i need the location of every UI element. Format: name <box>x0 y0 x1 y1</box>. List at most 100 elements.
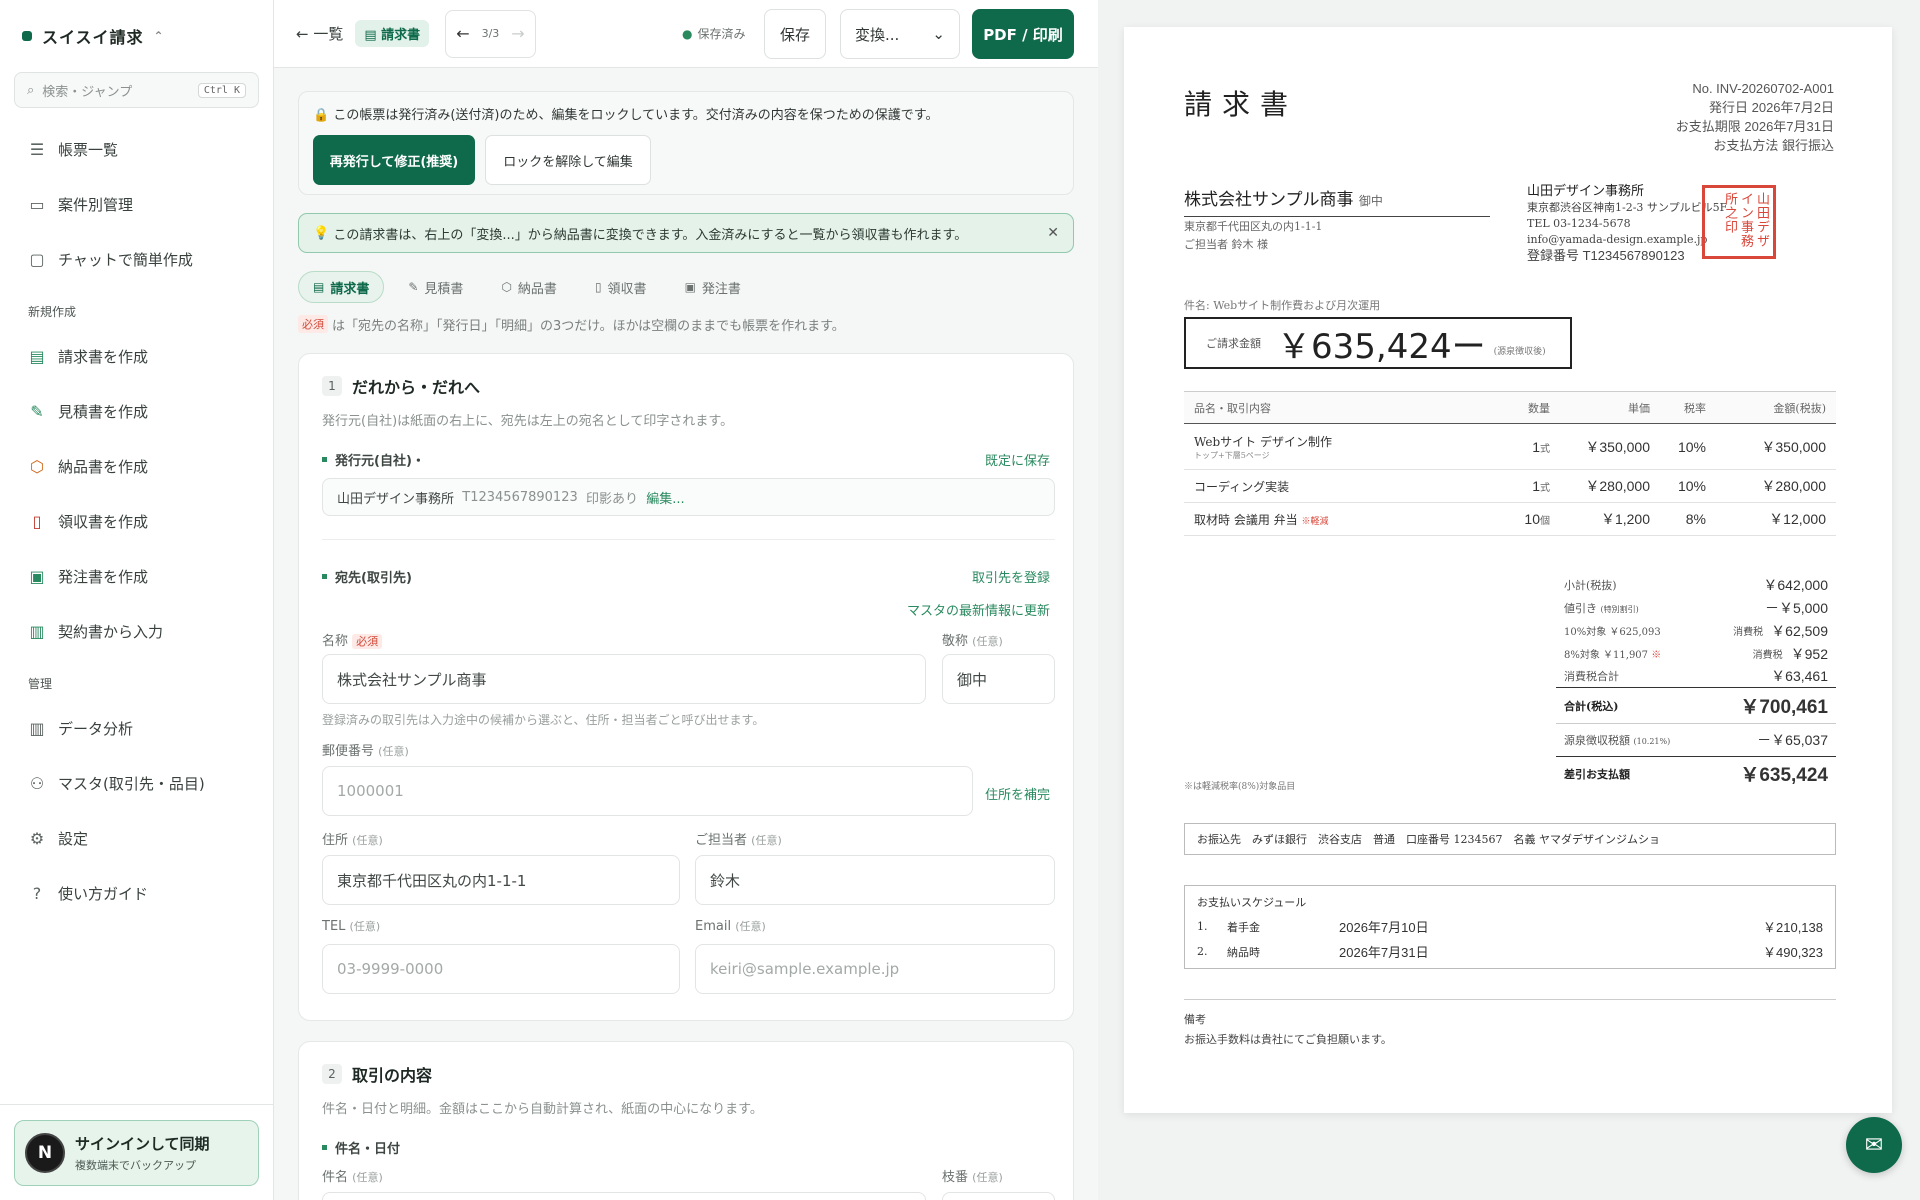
chat-fab-button[interactable]: ✉ <box>1846 1117 1902 1173</box>
sidebar-item-label: 案件別管理 <box>58 196 134 214</box>
recipient-label: 宛先(取引先) <box>322 567 412 586</box>
client-heading: 株式会社サンプル商事 御中 <box>1184 185 1490 217</box>
back-to-list-link[interactable]: ← 一覧 <box>296 23 343 44</box>
line-items-table: 品名・取引内容 数量 単価 税率 金額(税抜) Webサイト デザイン制作 トップ… <box>1184 391 1836 536</box>
sidebar-item-from-contract[interactable]: ▥ 契約書から入力 <box>0 604 273 659</box>
tel-field[interactable]: 03-9999-0000 <box>322 944 680 994</box>
sidebar-item-new-delivery[interactable]: ⬡ 納品書を作成 <box>0 439 273 494</box>
issuer-block: 山田デザイン事務所 東京都渋谷区神南1-2-3 サンプルビル5F TEL 03-… <box>1527 184 1727 264</box>
taxtotal-row: 消費税合計 ￥63,461 <box>1556 665 1836 688</box>
sidebar-item-documents[interactable]: ☰ 帳票一覧 <box>0 122 273 177</box>
unlock-button[interactable]: ロックを解除して編集 <box>485 135 651 185</box>
schedule-amount: ￥210,138 <box>1763 920 1823 935</box>
due-date: お支払期限 2026年7月31日 <box>1675 119 1834 134</box>
subtotal-row: 小計(税抜) ￥642,000 <box>1556 573 1836 596</box>
address-field[interactable]: 東京都千代田区丸の内1-1-1 <box>322 855 680 905</box>
close-icon[interactable]: ✕ <box>1047 225 1059 241</box>
tax10-value: ￥62,509 <box>1771 622 1828 639</box>
item-unit: 個 <box>1540 516 1550 527</box>
invoice-preview: 請求書 No. INV-20260702-A001 発行日 2026年7月2日 … <box>1124 27 1892 1113</box>
email-field[interactable]: keiri@sample.example.jp <box>695 944 1055 994</box>
email-label: Email (任意) <box>695 918 766 934</box>
name-label: 名称 必須 <box>322 630 386 649</box>
item-unit: 式 <box>1540 443 1550 455</box>
sidebar-item-settings[interactable]: ⚙ 設定 <box>0 811 273 866</box>
search-input[interactable]: ⌕ 検索・ジャンプ Ctrl K <box>14 72 259 108</box>
item-name-cell: Webサイト デザイン制作 トップ+下層5ページ <box>1184 423 1490 470</box>
signin-sync-button[interactable]: N サインインして同期 複数端末でバックアップ <box>14 1120 259 1186</box>
invoice-meta: No. INV-20260702-A001 発行日 2026年7月2日 お支払期… <box>1676 79 1834 155</box>
sidebar-item-projects[interactable]: ▭ 案件別管理 <box>0 177 273 232</box>
issuer-label-text: 発行元(自社)・ <box>335 454 425 469</box>
company-seal-stamp: 山田デザイン事務所之印 <box>1702 185 1776 259</box>
pdf-print-button[interactable]: PDF / 印刷 <box>972 9 1074 59</box>
withholding-rate: (10.21%) <box>1633 737 1671 746</box>
tab-order[interactable]: ▣ 発注書 <box>671 271 755 303</box>
issuer-tel: TEL 03-1234-5678 <box>1527 217 1631 230</box>
convert-select[interactable]: 変換... ⌄ <box>840 9 960 59</box>
receipt-icon: ▯ <box>594 280 602 294</box>
save-button[interactable]: 保存 <box>764 9 826 59</box>
section-title: 1 だれから・だれへ <box>322 374 1050 398</box>
save-default-link[interactable]: 既定に保存 <box>985 450 1050 469</box>
invoice-title: 請求書 <box>1184 88 1299 121</box>
tab-receipt[interactable]: ▯ 領収書 <box>581 271 661 303</box>
sidebar-item-label: マスタ(取引先・品目) <box>58 775 205 793</box>
issuer-summary[interactable]: 山田デザイン事務所 T1234567890123 印影あり 編集... <box>322 478 1055 516</box>
lock-notice: 🔒 この帳票は発行済み(送付済)のため、編集をロックしています。交付済みの内容を… <box>298 91 1074 195</box>
subject-field[interactable] <box>322 1192 926 1200</box>
tab-quote[interactable]: ✎ 見積書 <box>394 271 477 303</box>
tab-label: 見積書 <box>424 281 464 297</box>
toolbar: ← 一覧 ▤ 請求書 ← 3/3 → ● 保存済み 保存 変換... ⌄ PDF / 印… <box>274 0 1098 68</box>
sidebar-item-new-order[interactable]: ▣ 発注書を作成 <box>0 549 273 604</box>
editor-scroll[interactable]: 🔒 この帳票は発行済み(送付済)のため、編集をロックしています。交付済みの内容を… <box>274 69 1098 1200</box>
name-hint: 登録済みの取引先は入力途中の候補から選ぶと、住所・担当者ごと呼び出せます。 <box>322 713 765 727</box>
tab-delivery[interactable]: ⬡ 納品書 <box>487 271 571 303</box>
fill-address-link[interactable]: 住所を補完 <box>985 784 1050 803</box>
client-name-field[interactable]: 株式会社サンプル商事 <box>322 654 926 704</box>
honorific-field[interactable]: 御中 <box>942 654 1055 704</box>
table-row: Webサイト デザイン制作 トップ+下層5ページ 1式 ￥350,000 10% … <box>1184 423 1836 470</box>
reissue-button[interactable]: 再発行して修正(推奨) <box>313 135 475 185</box>
register-client-link[interactable]: 取引先を登録 <box>972 567 1050 586</box>
tax8-label: 8%対象 ￥11,907 <box>1564 650 1649 661</box>
payment-schedule: お支払いスケジュール 1. 着手金 2026年7月10日 ￥210,138 2. 納品時… <box>1184 885 1836 969</box>
taxtotal-value: ￥63,461 <box>1771 668 1828 684</box>
required-note-text: は「宛先の名称」「発行日」「明細」の3つだけ。ほかは空欄のままでも帳票を作れます… <box>332 318 845 334</box>
sidebar-item-new-receipt[interactable]: ▯ 領収書を作成 <box>0 494 273 549</box>
contact-label: ご担当者 (任意) <box>695 829 782 848</box>
withholding-row: 源泉徴収税額 (10.21%) －￥65,037 <box>1556 724 1836 756</box>
zip-field[interactable]: 1000001 <box>322 766 973 816</box>
item-name: 取材時 会議用 弁当 <box>1194 512 1298 527</box>
item-name-cell: 取材時 会議用 弁当 ※軽減 <box>1184 502 1490 536</box>
list-icon: ☰ <box>29 140 45 159</box>
sidebar: スイスイ請求 ⌃ ⌕ 検索・ジャンプ Ctrl K ☰ 帳票一覧 ▭ 案件別管理 ▢ チャッ… <box>0 0 274 1200</box>
col-header: 単価 <box>1560 391 1660 424</box>
item-name: Webサイト デザイン制作 <box>1194 434 1332 449</box>
sidebar-item-new-quote[interactable]: ✎ 見積書を作成 <box>0 384 273 439</box>
contact-field[interactable]: 鈴木 <box>695 855 1055 905</box>
brand-switcher[interactable]: スイスイ請求 ⌃ <box>0 0 273 72</box>
tab-invoice[interactable]: ▤ 請求書 <box>298 271 385 303</box>
subject-date-label: 件名・日付 <box>322 1138 400 1157</box>
qty-cell: 1式 <box>1490 469 1560 503</box>
sidebar-item-chat[interactable]: ▢ チャットで簡単作成 <box>0 232 273 287</box>
invoice-icon: ▤ <box>313 280 325 294</box>
issuer-edit-link[interactable]: 編集... <box>646 488 684 507</box>
branch-field[interactable] <box>942 1192 1055 1200</box>
avatar: N <box>25 1133 65 1173</box>
total-box: ご請求金額 ￥635,424ー (源泉徴収後) <box>1184 317 1572 369</box>
total-amount: ￥635,424ー <box>1277 326 1486 367</box>
sidebar-item-master[interactable]: ⚇ マスタ(取引先・品目) <box>0 756 273 811</box>
tax8-row: 8%対象 ￥11,907 ※ 消費税 ￥952 <box>1556 642 1836 665</box>
next-arrow-icon[interactable]: → <box>505 24 530 43</box>
prev-arrow-icon[interactable]: ← <box>450 24 475 43</box>
schedule-date: 2026年7月31日 <box>1339 945 1429 960</box>
address-label: 住所 (任意) <box>322 829 383 848</box>
sidebar-item-guide[interactable]: ? 使い方ガイド <box>0 866 273 921</box>
subject-date-label-text: 件名・日付 <box>335 1142 401 1157</box>
sidebar-item-new-invoice[interactable]: ▤ 請求書を作成 <box>0 329 273 384</box>
sidebar-item-analytics[interactable]: ▥ データ分析 <box>0 701 273 756</box>
refresh-master-link[interactable]: マスタの最新情報に更新 <box>907 600 1050 619</box>
section-title-text: 取引の内容 <box>352 1066 433 1085</box>
